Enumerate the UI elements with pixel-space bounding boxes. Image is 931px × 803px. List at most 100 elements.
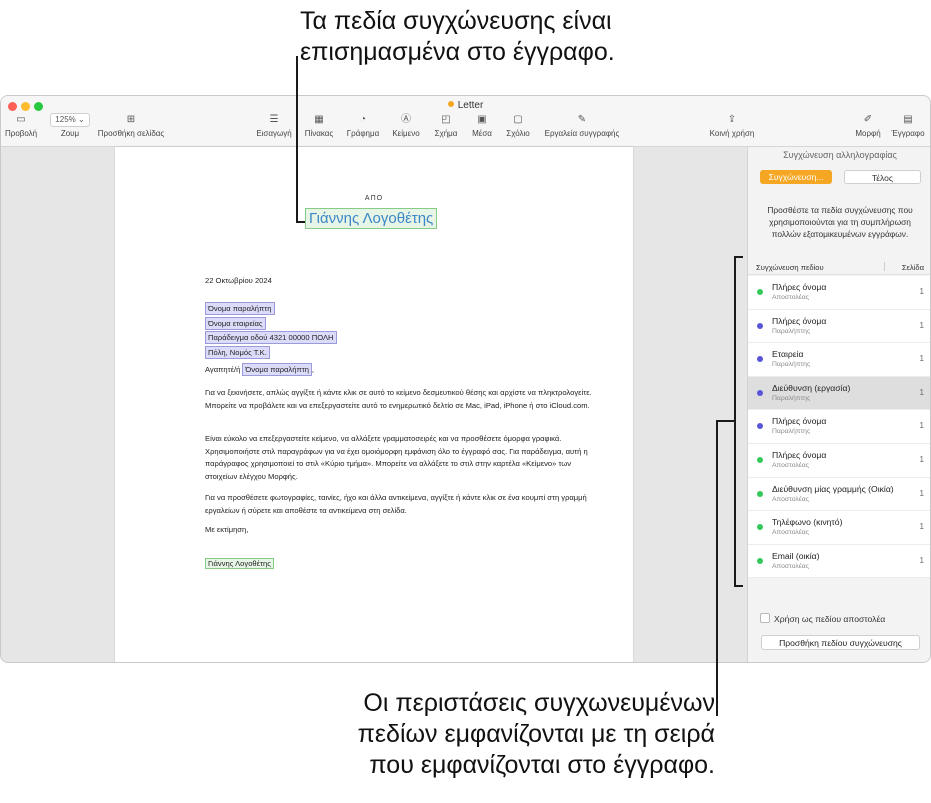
insert-button[interactable]: ☰ Εισαγωγή: [255, 113, 293, 138]
field-color-dot-icon: [757, 389, 763, 396]
field-color-dot-icon: [757, 490, 763, 497]
add-page-button[interactable]: ⊞ Προσθήκη σελίδας: [93, 113, 169, 138]
document-title: Letter: [1, 100, 930, 111]
field-role: Αποστολέας: [772, 461, 809, 469]
closing: Με εκτίμηση,: [205, 525, 249, 534]
merge-field-row[interactable]: Πλήρες όνομα Παραλήπτης 1: [748, 309, 930, 344]
fields-table-header: Συγχώνευση πεδίου Σελίδα: [748, 259, 930, 275]
recipient-address-merge-field[interactable]: Παράδειγμα οδού 4321 00000 ΠΟΛΗ: [205, 331, 337, 344]
document-page[interactable]: ΑΠΟ Γιάννης Λογοθέτης 22 Οκτωβρίου 2024 …: [115, 147, 633, 662]
shape-icon: ◰: [441, 114, 451, 125]
sender-name-merge-field[interactable]: Γιάννης Λογοθέτης: [305, 208, 438, 229]
document-button[interactable]: ▤ Έγγραφο: [888, 113, 928, 138]
greeting: Αγαπητέ/ή Όνομα παραλήπτη,: [205, 363, 314, 377]
merge-button[interactable]: Συγχώνευση...: [760, 170, 832, 184]
sidebar-title: Συγχώνευση αλληλογραφίας: [783, 150, 897, 160]
comment-label: Σχόλιο: [506, 129, 530, 138]
field-role: Αποστολέας: [772, 495, 809, 503]
callout-bottom-line-2: πεδίων εμφανίζονται με τη σειρά: [357, 720, 715, 748]
recipient-city-merge-field[interactable]: Πόλη, Νομός Τ.Κ.: [205, 345, 270, 359]
zoom-dropdown[interactable]: 125% ⌄: [49, 113, 91, 127]
zoom-control[interactable]: 125% ⌄ Ζουμ: [49, 113, 91, 138]
text-label: Κείμενο: [392, 129, 420, 138]
chart-button[interactable]: ◔ Γράφημα: [343, 113, 383, 138]
view-label: Προβολή: [5, 129, 38, 138]
chart-icon: ◔: [359, 114, 367, 125]
recipient-block: Όνομα παραλήπτη Όνομα εταιρείας Παράδειγ…: [205, 302, 337, 360]
add-page-label: Προσθήκη σελίδας: [97, 129, 165, 138]
field-role: Αποστολέας: [772, 562, 809, 570]
col-page[interactable]: Σελίδα: [902, 263, 924, 272]
field-role: Παραλήπτης: [772, 428, 811, 436]
greeting-recipient-merge-field[interactable]: Όνομα παραλήπτη: [242, 363, 312, 376]
field-role: Παραλήπτης: [772, 361, 811, 369]
field-role: Αποστολέας: [772, 294, 809, 301]
document-canvas[interactable]: ΑΠΟ Γιάννης Λογοθέτης 22 Οκτωβρίου 2024 …: [1, 147, 747, 662]
writing-tools-icon: ✎: [577, 114, 587, 125]
recipient-name-merge-field[interactable]: Όνομα παραλήπτη: [205, 302, 275, 315]
merge-field-row[interactable]: Πλήρες όνομα Παραλήπτης 1: [748, 410, 930, 444]
writing-tools-button[interactable]: ✎ Εργαλεία συγγραφής: [539, 113, 625, 138]
comment-icon: ▢: [513, 114, 523, 125]
field-page: 1: [919, 421, 924, 431]
callout-bottom-leader: [716, 420, 718, 716]
text-button[interactable]: Ⓐ Κείμενο: [388, 113, 424, 138]
merge-field-row[interactable]: Εταιρεία Παραλήπτης 1: [748, 343, 930, 377]
merge-field-row[interactable]: Διεύθυνση μίας γραμμής (Οικία) Αποστολέας…: [748, 477, 930, 512]
add-merge-field-button[interactable]: Προσθήκη πεδίου συγχώνευσης: [761, 635, 920, 650]
writing-tools-label: Εργαλεία συγγραφής: [544, 129, 620, 138]
field-name: Διεύθυνση μίας γραμμής (Οικία): [772, 483, 894, 494]
merge-field-row[interactable]: Τηλέφωνο (κινητό) Αποστολέας 1: [748, 511, 930, 545]
document-title-text: Letter: [457, 100, 484, 111]
document-dot-icon: [447, 101, 454, 107]
merge-field-row[interactable]: Διεύθυνση (εργασία) Παραλήπτης 1: [748, 376, 930, 411]
field-role: Παραλήπτης: [772, 327, 811, 335]
merge-field-row[interactable]: Πλήρες όνομα Αποστολέας 1: [748, 276, 930, 310]
merge-field-row[interactable]: Πλήρες όνομα Αποστολέας 1: [748, 443, 930, 478]
bracket-vertical: [734, 256, 736, 586]
signature-merge-field[interactable]: Γιάννης Λογοθέτης: [205, 558, 274, 569]
share-button[interactable]: ⇪ Κοινή χρήση: [703, 113, 761, 138]
field-name: Πλήρες όνομα: [772, 282, 827, 292]
mail-merge-sidebar: Συγχώνευση αλληλογραφίας Συγχώνευση... Τ…: [747, 147, 930, 662]
merge-fields-list: Πλήρες όνομα Αποστολέας 1 Πλήρες όνομα Παραλ…: [748, 276, 930, 579]
field-name: Email (οικία): [772, 550, 820, 561]
column-divider: [884, 262, 885, 271]
sidebar-description: Προσθέστε τα πεδία συγχώνευσης που χρησι…: [767, 205, 913, 239]
callout-bottom-line-1: Οι περιστάσεις συγχωνευμένων: [363, 689, 715, 717]
field-name: Τηλέφωνο (κινητό): [772, 517, 843, 528]
merge-field-row[interactable]: Email (οικία) Αποστολέας 1: [748, 544, 930, 579]
field-color-dot-icon: [757, 557, 763, 564]
insert-label: Εισαγωγή: [256, 129, 292, 138]
col-merge-field[interactable]: Συγχώνευση πεδίου: [756, 263, 824, 272]
done-button[interactable]: Τέλος: [844, 170, 921, 184]
checkbox-box[interactable]: [760, 613, 770, 623]
field-role: Παραλήπτης: [772, 394, 811, 402]
field-name: Εταιρεία: [772, 349, 804, 360]
field-name: Διεύθυνση (εργασία): [772, 382, 851, 393]
zoom-label: Ζουμ: [60, 129, 80, 138]
field-role: Αποστολέας: [772, 529, 809, 537]
use-as-sender-checkbox[interactable]: Χρήση ως πεδίου αποστολέα: [760, 613, 885, 624]
greeting-suffix: ,: [311, 365, 315, 374]
callout-top-line-1: Τα πεδία συγχώνευσης είναι: [300, 7, 612, 35]
field-name: Πλήρες όνομα: [772, 449, 827, 460]
paintbrush-icon: ✐: [863, 114, 873, 125]
table-button[interactable]: ▦ Πίνακας: [301, 113, 337, 138]
use-as-sender-label: Χρήση ως πεδίου αποστολέα: [774, 614, 886, 624]
field-color-dot-icon: [757, 524, 763, 531]
comment-button[interactable]: ▢ Σχόλιο: [502, 113, 534, 138]
callout-bottom-leader-join: [716, 420, 734, 422]
view-button[interactable]: ▭ Προβολή: [5, 113, 37, 138]
format-button[interactable]: ✐ Μορφή: [851, 113, 885, 138]
field-page: 1: [919, 320, 924, 330]
callout-bottom-line-3: που εμφανίζονται στο έγγραφο.: [369, 751, 715, 779]
body-paragraph-3: Για να προσθέσετε φωτογραφίες, ταινίες, …: [205, 493, 587, 515]
share-label: Κοινή χρήση: [709, 129, 755, 138]
field-color-dot-icon: [757, 356, 763, 363]
media-button[interactable]: ▣ Μέσα: [468, 113, 496, 138]
text-box-icon: Ⓐ: [401, 114, 411, 125]
shape-button[interactable]: ◰ Σχήμα: [430, 113, 462, 138]
recipient-company-merge-field[interactable]: Όνομα εταιρείας: [205, 316, 266, 330]
field-page: 1: [919, 287, 924, 296]
